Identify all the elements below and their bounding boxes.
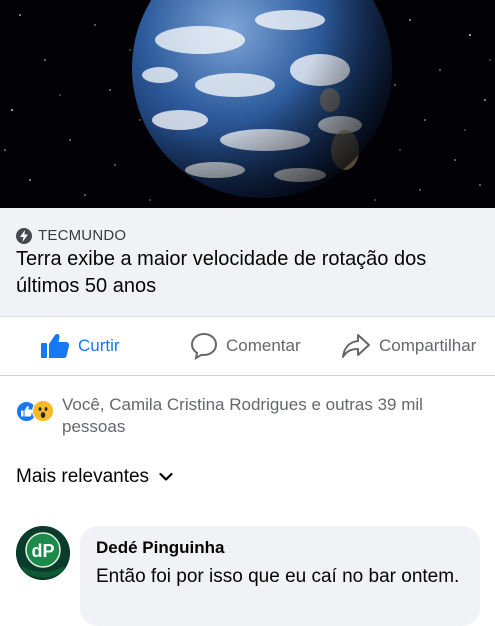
- reactions-text: Você, Camila Cristina Rodrigues e outras…: [62, 395, 423, 436]
- link-headline[interactable]: Terra exibe a maior velocidade de rotaçã…: [16, 246, 481, 300]
- link-preview[interactable]: TECMUNDO Terra exibe a maior velocidade …: [0, 208, 495, 317]
- thumbs-up-icon: [41, 333, 70, 358]
- avatar-logo-image: dP: [16, 526, 70, 580]
- comment-icon: [190, 332, 218, 360]
- avatar[interactable]: dP: [16, 526, 70, 580]
- like-button[interactable]: Curtir: [40, 329, 120, 363]
- comment-sort-dropdown[interactable]: Mais relevantes: [16, 466, 173, 488]
- comment-text: Então foi por isso que eu caí no bar ont…: [96, 566, 460, 587]
- share-icon: [342, 334, 370, 358]
- post-action-bar: Curtir Comentar Compartilhar: [0, 317, 495, 376]
- comment-button[interactable]: Comentar: [190, 329, 301, 363]
- like-label: Curtir: [78, 336, 120, 355]
- share-label: Compartilhar: [379, 336, 477, 355]
- reaction-icons: [16, 400, 62, 426]
- chevron-down-icon: [159, 472, 173, 481]
- link-source: TECMUNDO: [16, 227, 126, 244]
- comment-bubble: Dedé Pinguinha Então foi por isso que eu…: [80, 526, 480, 626]
- comment-label: Comentar: [226, 336, 301, 355]
- link-source-name: TECMUNDO: [38, 227, 127, 244]
- earth-image: [0, 0, 495, 208]
- post-image[interactable]: [0, 0, 495, 208]
- bolt-icon: [16, 227, 32, 244]
- svg-text:dP: dP: [31, 541, 54, 561]
- wow-reaction-icon: [32, 400, 54, 422]
- share-button[interactable]: Compartilhar: [341, 329, 476, 363]
- reactions-summary[interactable]: Você, Camila Cristina Rodrigues e outras…: [16, 394, 486, 438]
- sort-label: Mais relevantes: [16, 466, 150, 487]
- comment-author[interactable]: Dedé Pinguinha: [96, 538, 224, 558]
